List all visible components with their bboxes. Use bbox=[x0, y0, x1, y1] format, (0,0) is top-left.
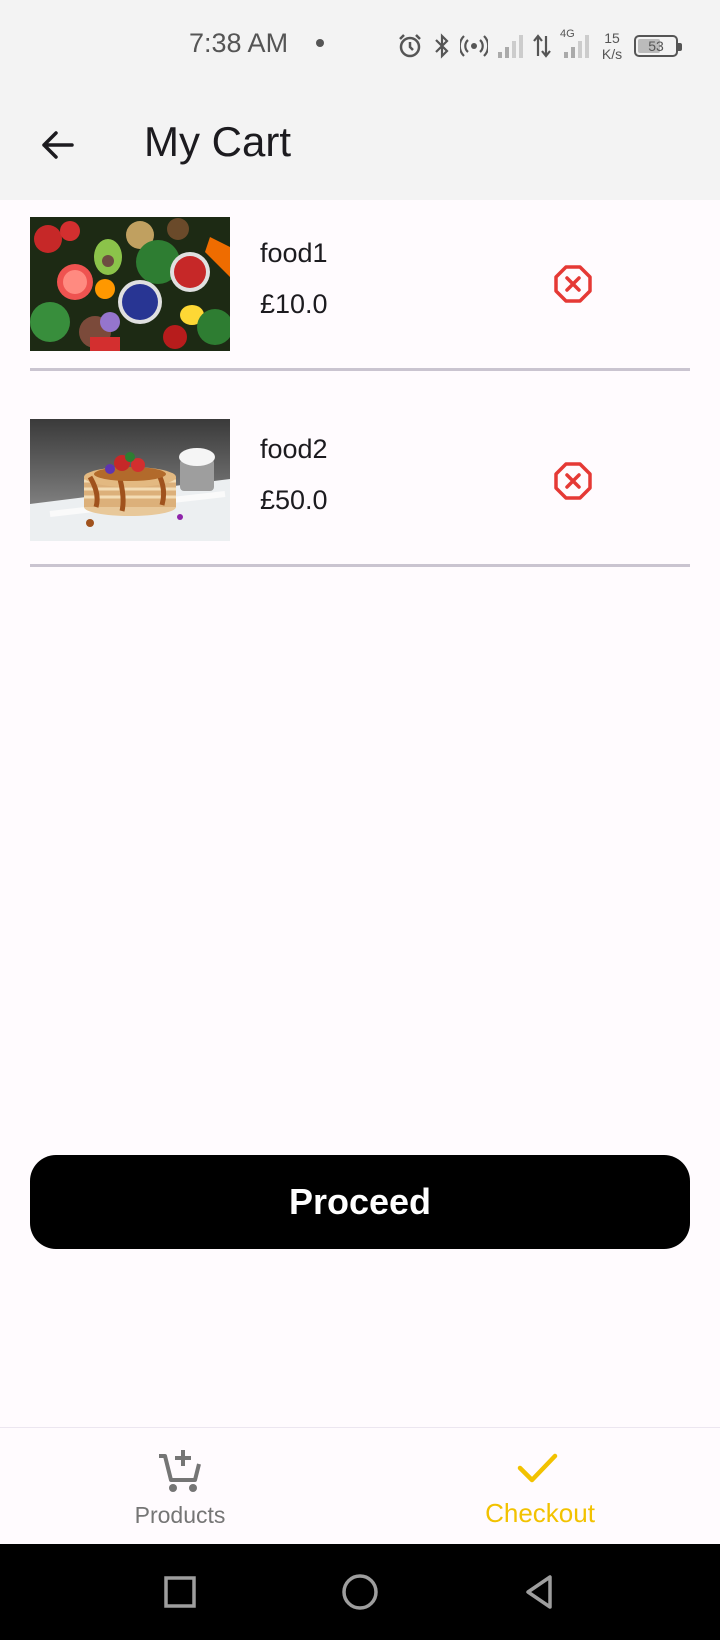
item-price: £50.0 bbox=[260, 485, 328, 515]
signal-icon bbox=[498, 35, 523, 58]
bluetooth-icon bbox=[435, 33, 449, 59]
remove-item-button[interactable] bbox=[551, 459, 595, 503]
item-price: £10.0 bbox=[260, 289, 328, 319]
item-image bbox=[30, 419, 230, 541]
item-image bbox=[30, 217, 230, 351]
proceed-button[interactable]: Proceed bbox=[30, 1155, 690, 1249]
nav-item-checkout[interactable]: Checkout bbox=[360, 1428, 720, 1545]
back-nav-icon[interactable] bbox=[520, 1572, 560, 1612]
remove-item-button[interactable] bbox=[551, 262, 595, 306]
pancakes-photo bbox=[30, 419, 230, 541]
cart-list: food1 £10.0 food2 £50.0 bbox=[0, 200, 720, 568]
page-title: My Cart bbox=[144, 118, 291, 165]
nav-label-checkout: Checkout bbox=[485, 1498, 595, 1528]
status-time: 7:38 AM bbox=[189, 28, 289, 58]
vegetables-photo bbox=[30, 217, 230, 351]
close-circle-icon bbox=[554, 462, 592, 500]
data-transfer-icon bbox=[533, 34, 551, 58]
network-speed-value: 15 bbox=[604, 30, 620, 46]
cart-add-icon bbox=[159, 1450, 201, 1492]
status-bar: 7:38 AM 4G 15 K/s 53 bbox=[0, 0, 720, 90]
battery-level: 53 bbox=[648, 38, 664, 54]
nav-item-products[interactable]: Products bbox=[0, 1428, 360, 1545]
battery-icon: 53 bbox=[634, 35, 682, 57]
recent-apps-icon[interactable] bbox=[160, 1572, 200, 1612]
cart-item: food1 £10.0 bbox=[0, 200, 720, 372]
item-name: food1 bbox=[260, 238, 328, 268]
network-speed: 15 K/s bbox=[598, 30, 626, 62]
system-navigation-bar bbox=[0, 1544, 720, 1640]
cart-item: food2 £50.0 bbox=[0, 372, 720, 568]
network-speed-unit: K/s bbox=[601, 46, 623, 62]
app-bar: My Cart bbox=[0, 90, 720, 200]
signal-4g-icon: 4G bbox=[560, 28, 590, 60]
status-icons: 4G 15 K/s 53 bbox=[396, 26, 682, 66]
notification-dot bbox=[316, 39, 324, 47]
item-divider bbox=[30, 368, 690, 371]
nav-label-products: Products bbox=[134, 1502, 226, 1528]
bottom-navigation: Products Checkout bbox=[0, 1427, 720, 1544]
item-divider bbox=[30, 564, 690, 567]
hotspot-icon bbox=[460, 35, 488, 57]
home-icon[interactable] bbox=[340, 1572, 380, 1612]
arrow-left-icon bbox=[42, 131, 74, 159]
back-button[interactable] bbox=[30, 118, 84, 172]
alarm-icon bbox=[399, 34, 421, 58]
check-icon bbox=[517, 1453, 558, 1483]
close-circle-icon bbox=[554, 265, 592, 303]
item-name: food2 bbox=[260, 434, 328, 464]
